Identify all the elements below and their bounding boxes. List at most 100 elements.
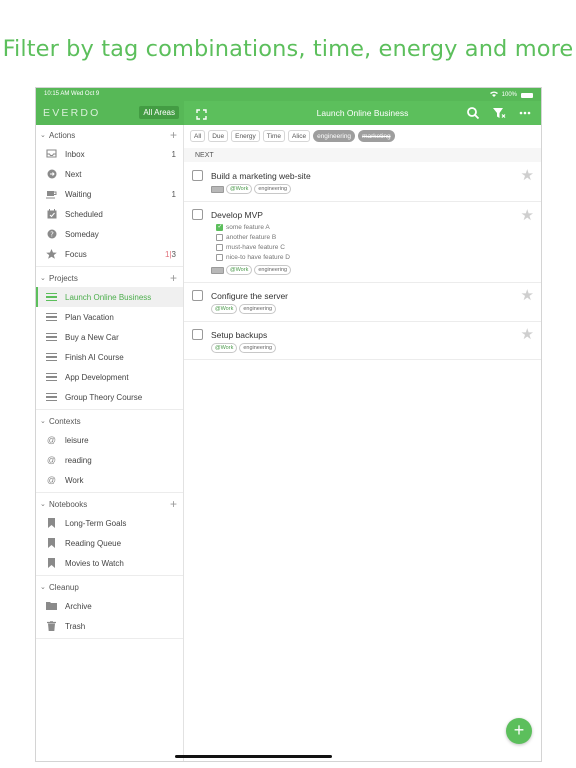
tag-chip[interactable]: engineering [254, 184, 292, 194]
sidebar-item-reading[interactable]: @ reading [36, 450, 183, 470]
focus-count: 1|3 [165, 250, 176, 259]
filter-energy[interactable]: Energy [231, 130, 260, 142]
brand-logo: EVERDO [43, 107, 101, 119]
sidebar-item-plan-vacation[interactable]: Plan Vacation [36, 307, 183, 327]
context-tag[interactable]: @Work [226, 184, 253, 194]
star-icon[interactable]: ★ [521, 166, 534, 184]
sidebar-item-label: Archive [65, 602, 92, 611]
all-areas-button[interactable]: All Areas [139, 106, 179, 119]
section-label: Cleanup [49, 583, 79, 592]
sidebar-item-trash[interactable]: Trash [36, 616, 183, 636]
item-count: 1 [171, 190, 176, 199]
star-icon[interactable]: ★ [521, 325, 534, 343]
sidebar-item-label: Group Theory Course [65, 393, 143, 402]
context-tag[interactable]: @Work [211, 304, 238, 314]
add-notebook-icon[interactable]: + [170, 497, 177, 511]
filter-time[interactable]: Time [262, 130, 285, 142]
sidebar-item-buy-a-new-car[interactable]: Buy a New Car [36, 327, 183, 347]
at-icon: @ [46, 435, 57, 445]
bookmark-icon [46, 558, 57, 568]
sidebar-item-label: Finish AI Course [65, 353, 124, 362]
sidebar-item-label: Next [65, 170, 82, 179]
sidebar-item-someday[interactable]: ? Someday [36, 224, 183, 244]
section-contexts[interactable]: ⌄ Contexts [36, 413, 183, 430]
filter-icon[interactable] [492, 106, 506, 120]
status-time: 10:15 AM Wed Oct 9 [44, 91, 100, 97]
divider [36, 409, 183, 410]
filter-alice[interactable]: Alice [287, 130, 311, 142]
star-icon[interactable]: ★ [521, 206, 534, 224]
add-action-icon[interactable]: + [170, 128, 177, 142]
sidebar-item-finish-ai-course[interactable]: Finish AI Course [36, 347, 183, 367]
more-icon[interactable] [518, 106, 532, 120]
section-header-next: NEXT [184, 148, 541, 162]
task-checkbox[interactable] [192, 329, 203, 340]
main-header: Launch Online Business [184, 101, 541, 125]
subtask-label: must-have feature C [226, 244, 285, 251]
sidebar-item-label: App Development [65, 373, 129, 382]
section-projects[interactable]: ⌄ Projects + [36, 270, 183, 287]
sidebar-item-label: Focus [65, 250, 87, 259]
task-checkbox[interactable] [192, 170, 203, 181]
subtask-checkbox[interactable] [216, 254, 223, 261]
trash-icon [46, 620, 57, 631]
task-row[interactable]: Develop MVP ★ some feature A another fea… [184, 202, 541, 283]
tag-chip[interactable]: engineering [239, 304, 277, 314]
sidebar-item-movies-to-watch[interactable]: Movies to Watch [36, 553, 183, 573]
project-tag-icon [211, 185, 224, 193]
section-notebooks[interactable]: ⌄ Notebooks + [36, 496, 183, 513]
section-label: Notebooks [49, 500, 88, 509]
sidebar-item-reading-queue[interactable]: Reading Queue [36, 533, 183, 553]
sidebar-item-work[interactable]: @ Work [36, 470, 183, 490]
add-project-icon[interactable]: + [170, 271, 177, 285]
filter-tag-engineering[interactable]: engineering [313, 130, 356, 142]
sidebar-item-archive[interactable]: Archive [36, 596, 183, 616]
chevron-down-icon: ⌄ [40, 501, 46, 508]
search-icon[interactable] [466, 106, 480, 120]
task-tags: @Work engineering [211, 304, 277, 314]
chevron-down-icon: ⌄ [40, 275, 46, 282]
task-row[interactable]: Configure the server ★ @Work engineering [184, 283, 541, 322]
sidebar-item-focus[interactable]: Focus 1|3 [36, 244, 183, 264]
sidebar-item-next[interactable]: Next [36, 164, 183, 184]
context-tag[interactable]: @Work [211, 343, 238, 353]
project-icon [46, 393, 57, 401]
sidebar-item-leisure[interactable]: @ leisure [36, 430, 183, 450]
subtask-checkbox[interactable] [216, 244, 223, 251]
app-window: 10:15 AM Wed Oct 9 100% EVERDO All Areas… [35, 87, 542, 762]
sidebar-header: EVERDO All Areas [36, 101, 184, 125]
sidebar-item-group-theory-course[interactable]: Group Theory Course [36, 387, 183, 407]
filter-due[interactable]: Due [208, 130, 229, 142]
subtask-checkbox[interactable] [216, 234, 223, 241]
add-task-button[interactable]: + [506, 718, 532, 744]
filter-tag-marketing-excluded[interactable]: marketing [358, 130, 395, 142]
filter-all[interactable]: All [190, 130, 206, 142]
tag-chip[interactable]: engineering [239, 343, 277, 353]
divider [36, 266, 183, 267]
sidebar-item-label: Buy a New Car [65, 333, 119, 342]
task-checkbox[interactable] [192, 290, 203, 301]
task-row[interactable]: Build a marketing web-site ★ @Work engin… [184, 162, 541, 202]
sidebar-item-inbox[interactable]: Inbox 1 [36, 144, 183, 164]
context-tag[interactable]: @Work [226, 265, 253, 275]
sidebar-item-long-term-goals[interactable]: Long-Term Goals [36, 513, 183, 533]
subtask-checkbox[interactable] [216, 223, 223, 231]
sidebar-item-app-development[interactable]: App Development [36, 367, 183, 387]
headline: Filter by tag combinations, time, energy… [2, 36, 574, 62]
divider [36, 638, 183, 639]
home-indicator[interactable] [175, 755, 332, 758]
at-icon: @ [46, 475, 57, 485]
task-row[interactable]: Setup backups ★ @Work engineering [184, 322, 541, 360]
star-icon[interactable]: ★ [521, 286, 534, 304]
section-cleanup[interactable]: ⌄ Cleanup [36, 579, 183, 596]
sidebar-item-launch-online-business[interactable]: Launch Online Business [36, 287, 183, 307]
sidebar-item-label: Long-Term Goals [65, 519, 127, 528]
section-actions[interactable]: ⌄ Actions + [36, 127, 183, 144]
project-icon [46, 333, 57, 341]
sidebar-item-scheduled[interactable]: Scheduled [36, 204, 183, 224]
tag-chip[interactable]: engineering [254, 265, 292, 275]
sidebar-item-label: Someday [65, 230, 99, 239]
sidebar-item-waiting[interactable]: Waiting 1 [36, 184, 183, 204]
active-indicator [36, 287, 38, 307]
task-checkbox[interactable] [192, 209, 203, 220]
